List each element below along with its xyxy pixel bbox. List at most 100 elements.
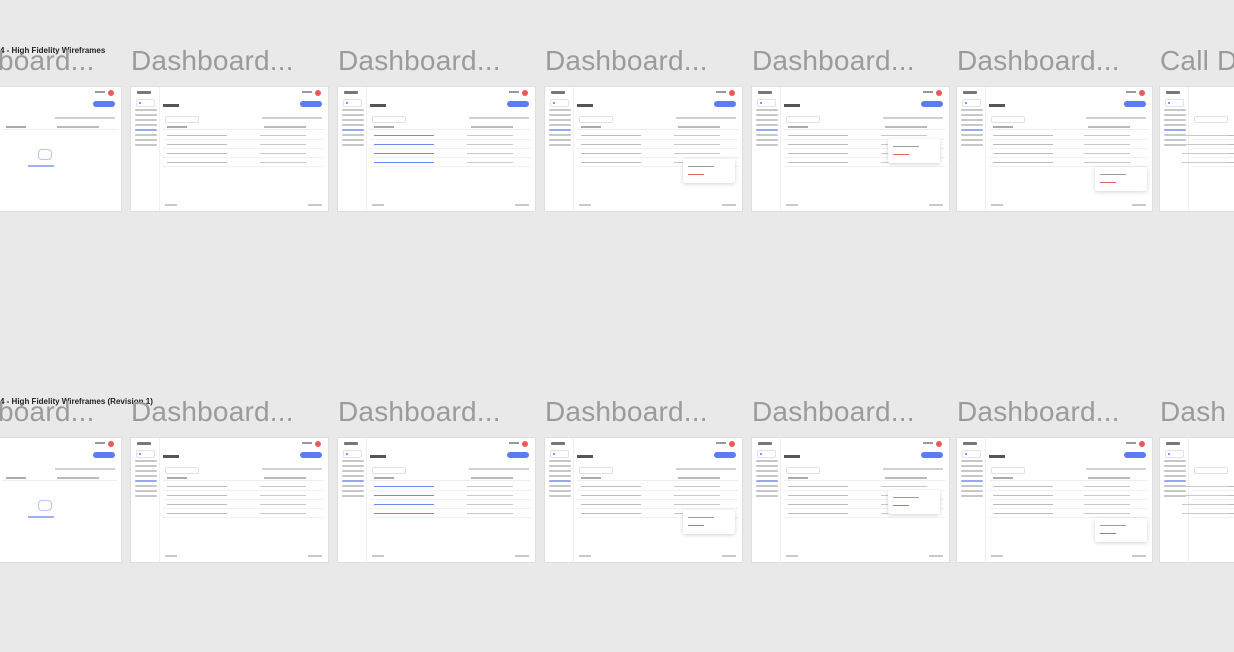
sidebar <box>1160 438 1189 562</box>
frame-title[interactable]: Dashboard... <box>752 47 915 75</box>
table-tools <box>55 468 115 470</box>
table-header <box>577 125 738 130</box>
table-tools <box>55 117 115 119</box>
table-footer <box>991 555 1146 557</box>
table-header <box>370 476 531 481</box>
primary-button <box>93 452 115 458</box>
search-input <box>991 467 1025 474</box>
frame-title[interactable]: Dashboard... <box>545 47 708 75</box>
wireframe-thumbnail-row-menu[interactable] <box>957 87 1152 211</box>
sidebar <box>338 438 367 562</box>
form-row <box>1182 510 1234 518</box>
table-footer <box>372 555 529 557</box>
primary-button <box>714 101 736 107</box>
logo <box>137 442 151 445</box>
avatar <box>522 90 528 96</box>
search-input <box>579 116 613 123</box>
row-context-menu <box>1095 518 1147 542</box>
table-footer <box>165 204 322 206</box>
frame-title[interactable]: Dashboard... <box>957 398 1120 426</box>
page-title <box>577 455 593 458</box>
sidebar <box>1160 87 1189 211</box>
sidebar <box>957 87 986 211</box>
sidebar <box>131 87 160 211</box>
wireframe-thumbnail-selected[interactable] <box>338 87 535 211</box>
wireframe-thumbnail-list[interactable] <box>131 87 328 211</box>
logo <box>758 91 772 94</box>
table-row <box>989 141 1148 149</box>
workspace-chip <box>962 450 981 458</box>
table-footer <box>786 555 943 557</box>
logo <box>963 442 977 445</box>
frame-title[interactable]: Dashboard... <box>752 398 915 426</box>
table-row <box>989 132 1148 140</box>
wireframe-thumbnail-row-menu[interactable] <box>752 87 949 211</box>
frame-title[interactable]: board... <box>0 398 95 426</box>
sidebar-nav <box>961 109 983 149</box>
user-name <box>302 442 312 444</box>
table-row <box>370 141 531 149</box>
wireframe-thumbnail-selected[interactable] <box>338 438 535 562</box>
table-footer <box>786 204 943 206</box>
avatar <box>108 90 114 96</box>
table-row <box>989 159 1148 167</box>
table-tools <box>1086 468 1146 470</box>
frame-title[interactable]: Dashboard... <box>338 47 501 75</box>
avatar <box>936 441 942 447</box>
wireframe-thumbnail-row-menu[interactable] <box>752 438 949 562</box>
wireframe-thumbnail-row-menu[interactable] <box>545 87 742 211</box>
frame-title[interactable]: board... <box>0 47 95 75</box>
wireframe-thumbnail-form[interactable] <box>1160 438 1234 562</box>
form-row <box>1182 501 1234 509</box>
workspace-chip <box>136 450 155 458</box>
table-row <box>163 483 324 491</box>
row-context-menu <box>1095 167 1147 191</box>
table-row <box>577 141 738 149</box>
frame-title[interactable]: Dash <box>1160 398 1226 426</box>
user-name <box>509 91 519 93</box>
workspace-chip <box>550 450 569 458</box>
table-row <box>989 492 1148 500</box>
table-header <box>989 125 1148 130</box>
sidebar-nav <box>756 109 778 149</box>
user-name <box>1126 91 1136 93</box>
table-tools <box>469 468 529 470</box>
table-footer <box>165 555 322 557</box>
empty-state-icon <box>38 500 52 511</box>
sidebar <box>752 438 781 562</box>
frame-title[interactable]: Call D <box>1160 47 1234 75</box>
sidebar-nav <box>1164 109 1186 149</box>
frame-title[interactable]: Dashboard... <box>131 398 294 426</box>
wireframe-thumbnail-list[interactable] <box>131 438 328 562</box>
frame-title[interactable]: Dashboard... <box>957 47 1120 75</box>
page-title <box>370 455 386 458</box>
sidebar-nav <box>342 460 364 500</box>
primary-button <box>93 101 115 107</box>
page-title <box>989 455 1005 458</box>
form-row <box>1182 150 1234 158</box>
user-name <box>716 442 726 444</box>
table-tools <box>676 117 736 119</box>
workspace-chip <box>962 99 981 107</box>
frame-title[interactable]: Dashboard... <box>338 398 501 426</box>
avatar <box>729 90 735 96</box>
avatar <box>315 441 321 447</box>
form-row <box>1182 141 1234 149</box>
table-row <box>577 483 738 491</box>
wireframe-thumbnail-row-menu[interactable] <box>545 438 742 562</box>
sidebar-nav <box>549 460 571 500</box>
primary-button <box>1124 452 1146 458</box>
search-input <box>786 467 820 474</box>
wireframe-thumbnail-empty-state[interactable] <box>0 438 121 562</box>
page-title <box>163 455 179 458</box>
frame-title[interactable]: Dashboard... <box>131 47 294 75</box>
wireframe-thumbnail-empty-state[interactable] <box>0 87 121 211</box>
page-title <box>163 104 179 107</box>
wireframe-thumbnail-form[interactable] <box>1160 87 1234 211</box>
sidebar <box>338 87 367 211</box>
wireframe-thumbnail-row-menu[interactable] <box>957 438 1152 562</box>
sidebar-nav <box>961 460 983 500</box>
design-canvas[interactable]: 4 - High Fidelity Wireframes board... Da… <box>0 0 1234 652</box>
table-row <box>370 510 531 518</box>
frame-title[interactable]: Dashboard... <box>545 398 708 426</box>
